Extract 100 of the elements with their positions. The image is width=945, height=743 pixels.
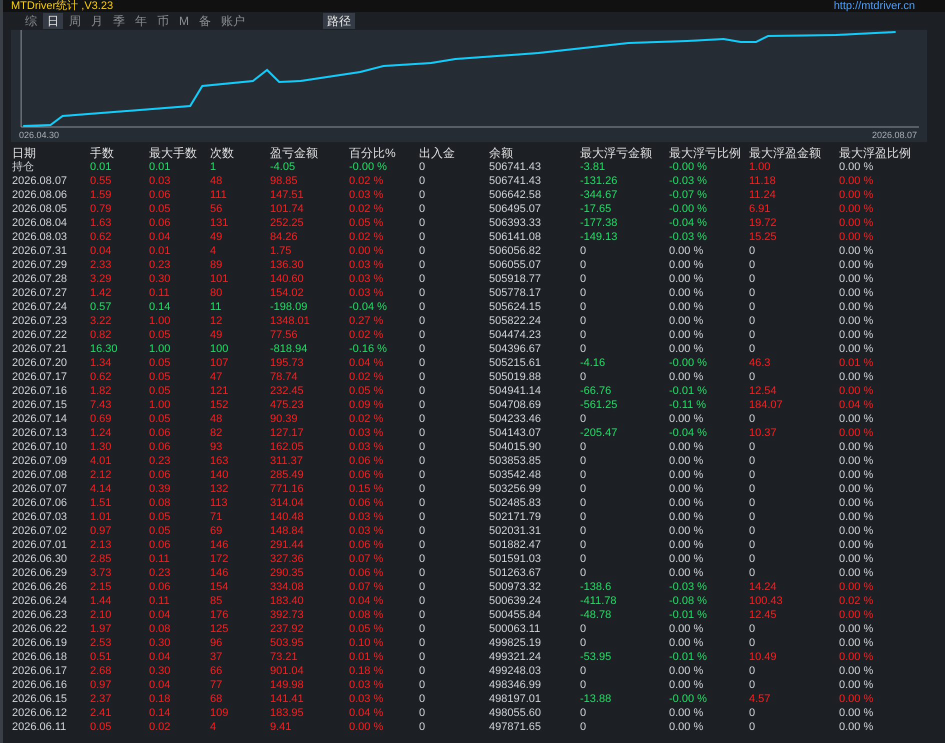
table-cell-text: 0.02 % xyxy=(349,202,384,216)
table-cell-text: 505918.77 xyxy=(489,272,542,286)
table-cell-text: 0.00 % xyxy=(669,552,704,566)
table-cell-text: 0.00 % xyxy=(669,440,704,454)
table-cell-text: 0.00 % xyxy=(839,328,874,342)
table-cell-text: 0.06 % xyxy=(349,468,384,482)
table-cell-text: 0.02 xyxy=(149,720,172,734)
table-cell-text: 1.59 xyxy=(90,188,112,202)
period-tab[interactable]: 日 xyxy=(43,13,63,29)
table-cell-text: 0.00 % xyxy=(669,286,704,300)
table-cell-text: 0.00 % xyxy=(669,482,704,496)
table-cell-text: 4.57 xyxy=(749,692,772,706)
table-cell-text: 901.04 xyxy=(270,664,305,678)
path-button[interactable]: 路径 xyxy=(323,13,355,29)
table-cell-text: 154.02 xyxy=(270,286,305,300)
table-cell-text: 0.00 % xyxy=(669,566,704,580)
column-header: 次数 xyxy=(210,146,235,160)
table-cell-text: 0.00 % xyxy=(839,272,874,286)
table-cell-text: 0 xyxy=(749,510,756,524)
table-cell-text: 1.82 xyxy=(90,384,112,398)
table-cell-text: 506741.43 xyxy=(489,160,542,174)
table-cell-text: 0 xyxy=(580,636,588,650)
table-cell-text: 0.00 % xyxy=(669,496,704,510)
table-cell-text: 0 xyxy=(419,230,426,244)
table-cell-text: 0 xyxy=(419,286,426,300)
table-cell-text: 11 xyxy=(210,300,222,314)
table-cell-text: 0 xyxy=(419,496,426,510)
table-cell-text: 2026.06.22 xyxy=(12,622,68,636)
table-cell-text: 1.24 xyxy=(90,426,112,440)
table-cell-text: 11.18 xyxy=(749,174,777,188)
table-cell-text: 0.03 % xyxy=(349,188,384,202)
table-cell-text: 0.00 % xyxy=(839,664,874,678)
table-cell-text: 502485.83 xyxy=(489,496,542,510)
table-cell-text: 504143.07 xyxy=(489,426,542,440)
table-cell-text: 0.04 xyxy=(149,678,172,692)
period-tab[interactable]: 币 xyxy=(153,13,173,29)
period-tab[interactable]: M xyxy=(175,13,193,29)
table-cell-text: 37 xyxy=(210,650,224,664)
table-cell-text: 0.30 xyxy=(149,664,172,678)
table-cell-text: 0 xyxy=(419,174,426,188)
table-cell-text: 0.11 xyxy=(149,552,171,566)
period-tab[interactable]: 月 xyxy=(87,13,107,29)
table-cell-text: 0.00 % xyxy=(839,160,874,174)
table-cell-text: 0.00 % xyxy=(839,412,874,426)
period-tab[interactable]: 备 xyxy=(195,13,215,29)
table-cell-text: 0 xyxy=(419,482,426,496)
table-cell-text: 0 xyxy=(749,552,756,566)
table-cell-text: 0 xyxy=(419,272,426,286)
table-cell-text: 1.97 xyxy=(90,622,112,636)
table-cell-text: 0.03 % xyxy=(349,510,384,524)
period-tab[interactable]: 周 xyxy=(65,13,85,29)
table-cell-text: 0 xyxy=(580,258,588,272)
table-cell-text: 0 xyxy=(749,622,756,636)
table-cell-text: 327.36 xyxy=(270,552,305,566)
table-cell-text: 0.03 % xyxy=(349,678,384,692)
table-cell-text: 0.00 % xyxy=(669,538,704,552)
table-cell-text: 121 xyxy=(210,384,230,398)
table-cell-text: 2026.06.12 xyxy=(12,706,68,720)
table-cell-text: -0.08 % xyxy=(669,594,708,608)
table-cell-text: 0.00 % xyxy=(669,244,704,258)
table-cell-text: 2.68 xyxy=(90,664,112,678)
table-cell-text: -0.04 % xyxy=(669,216,708,230)
table-cell-text: 0.05 % xyxy=(349,384,384,398)
table-cell-text: 0.00 % xyxy=(669,272,704,286)
table-cell-text: 0 xyxy=(749,258,756,272)
table-cell-text: 2.53 xyxy=(90,636,112,650)
table-cell-text: -0.03 % xyxy=(669,230,708,244)
table-cell-text: 0 xyxy=(749,678,756,692)
table-cell-text: 0 xyxy=(580,496,588,510)
table-cell-text: 2026.07.22 xyxy=(12,328,68,342)
period-tab[interactable]: 季 xyxy=(109,13,129,29)
table-cell-text: 0 xyxy=(580,552,588,566)
period-tab[interactable]: 年 xyxy=(131,13,151,29)
table-cell-text: 0 xyxy=(419,622,426,636)
table-cell-text: 498197.01 xyxy=(489,692,542,706)
period-tab[interactable]: 账户 xyxy=(217,13,249,29)
table-cell-text: 2.12 xyxy=(90,468,112,482)
table-cell-text: 149.98 xyxy=(270,678,305,692)
period-tab[interactable]: 综 xyxy=(21,13,41,29)
table-cell-text: 195.73 xyxy=(270,356,305,370)
table-cell-text: -0.00 % xyxy=(669,692,708,706)
table-cell-text: 2026.06.29 xyxy=(12,566,68,580)
table-cell-text: 14.24 xyxy=(749,580,778,594)
table-cell-text: 1.30 xyxy=(90,440,112,454)
website-link[interactable]: http://mtdriver.cn xyxy=(834,1,915,12)
table-cell-text: 500639.24 xyxy=(489,594,542,608)
table-cell-text: 0 xyxy=(419,678,426,692)
table-cell-text: 2.85 xyxy=(90,552,112,566)
table-cell-text: 0.05 xyxy=(149,328,172,342)
table-cell-text: 505215.61 xyxy=(489,356,542,370)
table-cell-text: 0.82 xyxy=(90,328,112,342)
table-cell-text: 96 xyxy=(210,636,224,650)
table-cell-text: 0.62 xyxy=(90,230,112,244)
table-cell-text: 0.23 xyxy=(149,566,172,580)
table-cell-text: 47 xyxy=(210,370,224,384)
table-cell-text: 46.3 xyxy=(749,356,772,370)
table-cell-text: 68 xyxy=(210,692,224,706)
table-cell-text: 498346.99 xyxy=(489,678,542,692)
table-cell-text: 1.00 xyxy=(149,342,172,356)
table-cell-text: 0.04 % xyxy=(349,356,384,370)
